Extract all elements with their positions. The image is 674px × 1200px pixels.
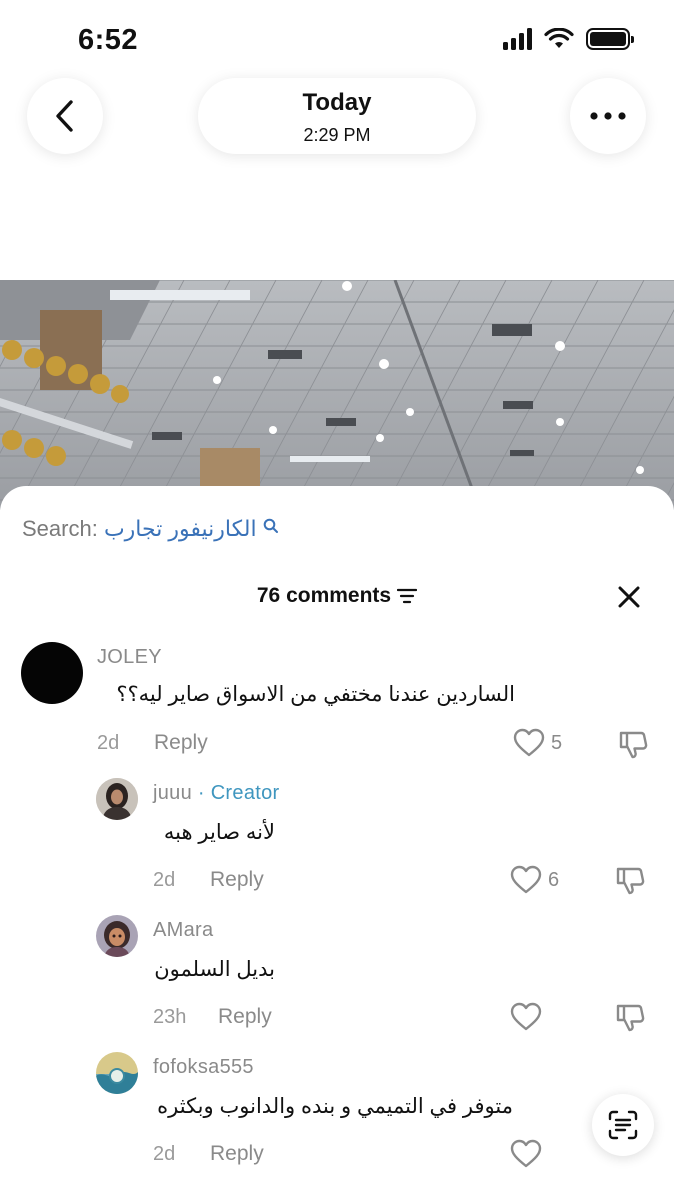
like-count: 5 [551, 731, 563, 754]
date-title-pill: Today 2:29 PM [198, 78, 476, 154]
comment-time: 2d [153, 869, 176, 891]
reply-username[interactable]: juuu [153, 782, 192, 804]
reply-item: fofoksa555 متوفر في التميمي و بنده والدا… [0, 1050, 674, 1180]
avatar-image [96, 778, 138, 820]
thumbs-down-icon[interactable] [614, 864, 646, 896]
reply-item: AMara بديل السلمون 23h Reply [0, 913, 674, 1043]
back-button[interactable] [27, 78, 103, 154]
heart-icon [510, 1002, 542, 1031]
reply-button[interactable]: Reply [218, 1005, 272, 1029]
reply-button[interactable]: Reply [210, 1142, 264, 1166]
comment-username[interactable]: fofoksa555 [153, 1056, 254, 1079]
filter-icon[interactable] [397, 588, 418, 604]
comment-text: بديل السلمون [154, 958, 275, 981]
avatar[interactable] [96, 778, 138, 820]
battery-icon [586, 28, 634, 50]
thumbs-down-icon[interactable] [617, 728, 649, 760]
creator-badge: · Creator [197, 782, 280, 804]
comment-time: 23h [153, 1006, 187, 1028]
close-icon[interactable] [614, 582, 644, 612]
reply-button[interactable]: Reply [210, 868, 264, 892]
avatar[interactable] [96, 915, 138, 957]
more-options-button[interactable] [570, 78, 646, 154]
status-time: 6:52 [78, 24, 139, 56]
comments-header: 76 comments [0, 578, 674, 614]
comments-count: 76 comments [256, 584, 392, 607]
avatar[interactable] [21, 642, 83, 704]
comment-text: متوفر في التميمي و بنده والدانوب وبكثره [157, 1095, 513, 1118]
avatar-image [96, 915, 138, 957]
like-button[interactable]: 6 [510, 865, 559, 895]
search-prefix: Search: [22, 516, 98, 541]
avatar[interactable] [96, 1052, 138, 1094]
text-scan-button[interactable] [592, 1094, 654, 1156]
store-ceiling-image [0, 280, 674, 510]
like-button[interactable] [510, 1002, 542, 1032]
reply-item: juuu · Creator لأنه صاير هبه 2d Reply 6 [0, 776, 674, 906]
comments-count-button[interactable]: 76 comments [0, 578, 674, 614]
heart-icon [510, 1139, 542, 1168]
more-horizontal-icon [590, 112, 626, 120]
text-scan-icon [608, 1110, 638, 1140]
like-button[interactable] [510, 1139, 542, 1169]
search-term[interactable]: الكارنيفور تجارب [104, 516, 257, 541]
avatar-image [96, 1052, 138, 1094]
reply-button[interactable]: Reply [154, 731, 208, 755]
video-frame[interactable] [0, 280, 674, 510]
thumbs-down-icon[interactable] [614, 1001, 646, 1033]
status-bar: 6:52 [0, 0, 674, 80]
like-count: 6 [548, 868, 560, 891]
comment-item: JOLEY الساردين عندنا مختفي من الاسواق صا… [0, 640, 674, 770]
wifi-icon [544, 28, 574, 48]
comment-text: الساردين عندنا مختفي من الاسواق صاير ليه… [116, 683, 515, 706]
status-icons [503, 28, 634, 50]
cellular-signal-icon [503, 28, 532, 50]
page-subtitle: 2:29 PM [303, 125, 371, 145]
comment-time: 2d [153, 1143, 176, 1165]
heart-icon [513, 728, 545, 757]
search-suggestion[interactable]: Search: الكارنيفور تجارب [22, 516, 279, 542]
heart-icon [510, 865, 542, 894]
comment-username[interactable]: JOLEY [97, 646, 162, 669]
comment-username[interactable]: juuu · Creator [153, 782, 279, 805]
comment-text: لأنه صاير هبه [163, 821, 275, 844]
page-title: Today [302, 89, 372, 116]
chevron-left-icon [56, 100, 73, 132]
search-icon [263, 518, 278, 533]
like-button[interactable]: 5 [513, 728, 562, 758]
comment-username[interactable]: AMara [153, 919, 213, 942]
comment-time: 2d [97, 732, 120, 754]
